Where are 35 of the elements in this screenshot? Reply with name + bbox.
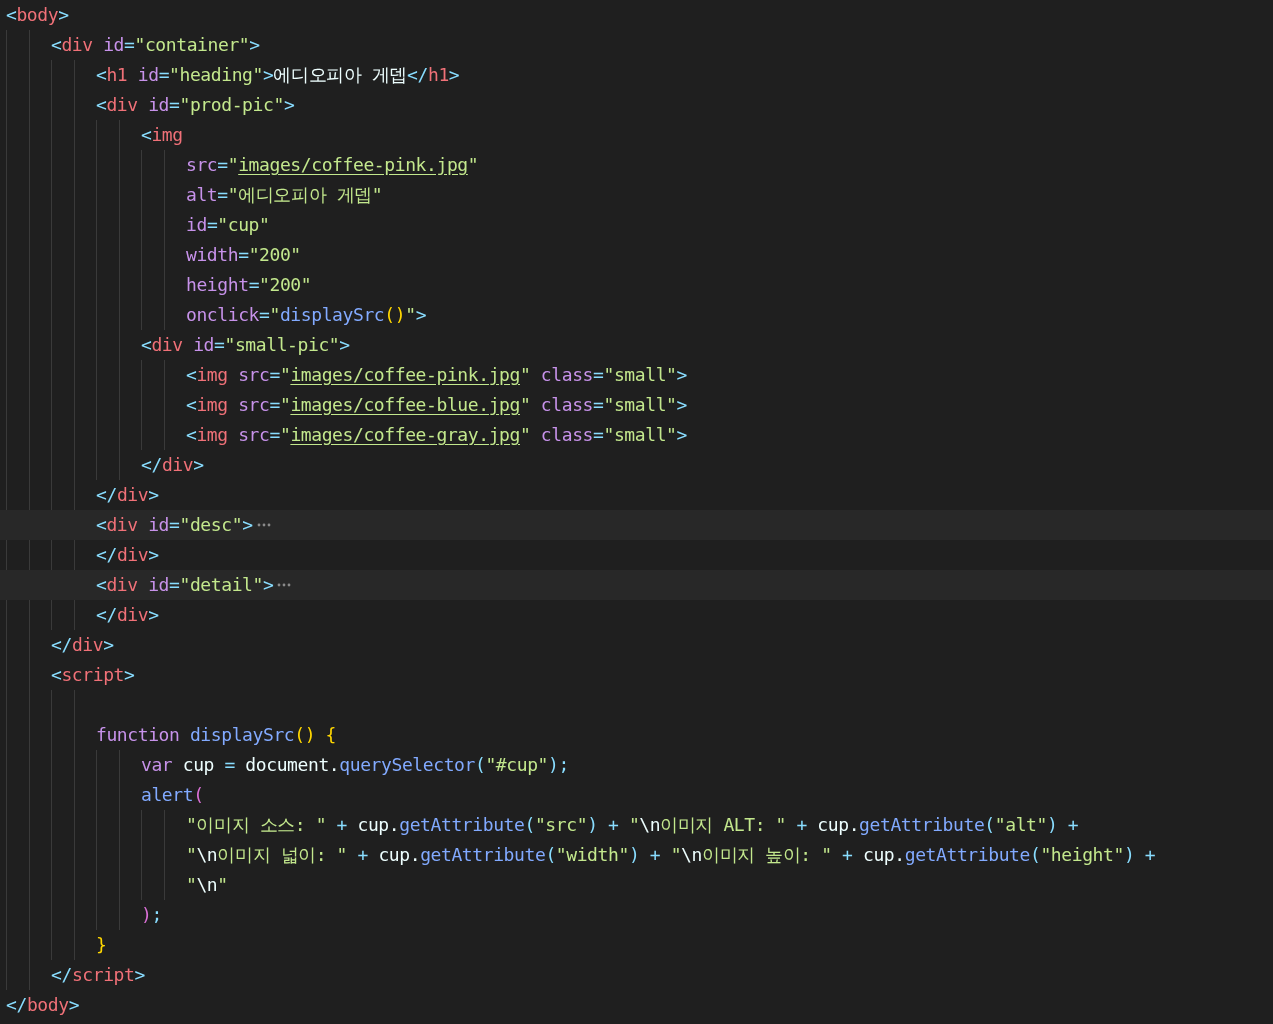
- code-line: "\n이미지 넓이: " + cup.getAttribute("width") + "\n이미지 높이: " + cup.getAttribute("height") +: [186, 843, 1156, 867]
- code-line: <img src="images/coffee-gray.jpg" class="small">: [186, 423, 687, 447]
- code-line: width="200": [186, 243, 301, 267]
- code-line: </div>: [96, 543, 159, 567]
- ellipsis-icon[interactable]: [256, 522, 271, 528]
- ellipsis-icon[interactable]: [277, 582, 292, 588]
- code-line: <body>: [6, 3, 69, 27]
- code-line: <div id="container">: [51, 33, 260, 57]
- code-line: <div id="prod-pic">: [96, 93, 295, 117]
- code-line: alert(: [141, 783, 204, 807]
- code-line: onclick="displaySrc()">: [186, 303, 427, 327]
- code-line: );: [141, 903, 162, 927]
- code-line: height="200": [186, 273, 312, 297]
- code-line: <div id="small-pic">: [141, 333, 350, 357]
- code-line: </div>: [96, 603, 159, 627]
- code-line: src="images/coffee-pink.jpg": [186, 153, 479, 177]
- code-line: "\n": [186, 873, 228, 897]
- code-line: }: [96, 933, 107, 957]
- code-line: <img src="images/coffee-pink.jpg" class="small">: [186, 363, 687, 387]
- code-line: <h1 id="heading">에디오피아 게뎁</h1>: [96, 63, 460, 87]
- code-line: id="cup": [186, 213, 270, 237]
- code-line: function displaySrc() {: [96, 723, 337, 747]
- code-line: var cup = document.querySelector("#cup");: [141, 753, 569, 777]
- code-line: </div>: [141, 453, 204, 477]
- code-line: <div id="detail">: [96, 573, 274, 597]
- code-line: <script>: [51, 663, 135, 687]
- code-line: <div id="desc">: [96, 513, 253, 537]
- code-line: </script>: [51, 963, 145, 987]
- code-line: </div>: [96, 483, 159, 507]
- code-line: "이미지 소스: " + cup.getAttribute("src") + "\n이미지 ALT: " + cup.getAttribute("alt") +: [186, 813, 1079, 837]
- code-line: <img src="images/coffee-blue.jpg" class="small">: [186, 393, 687, 417]
- code-line: </div>: [51, 633, 114, 657]
- code-line: <img: [141, 123, 183, 147]
- code-line: alt="에디오피아 게뎁": [186, 183, 383, 207]
- code-line: </body>: [6, 993, 80, 1017]
